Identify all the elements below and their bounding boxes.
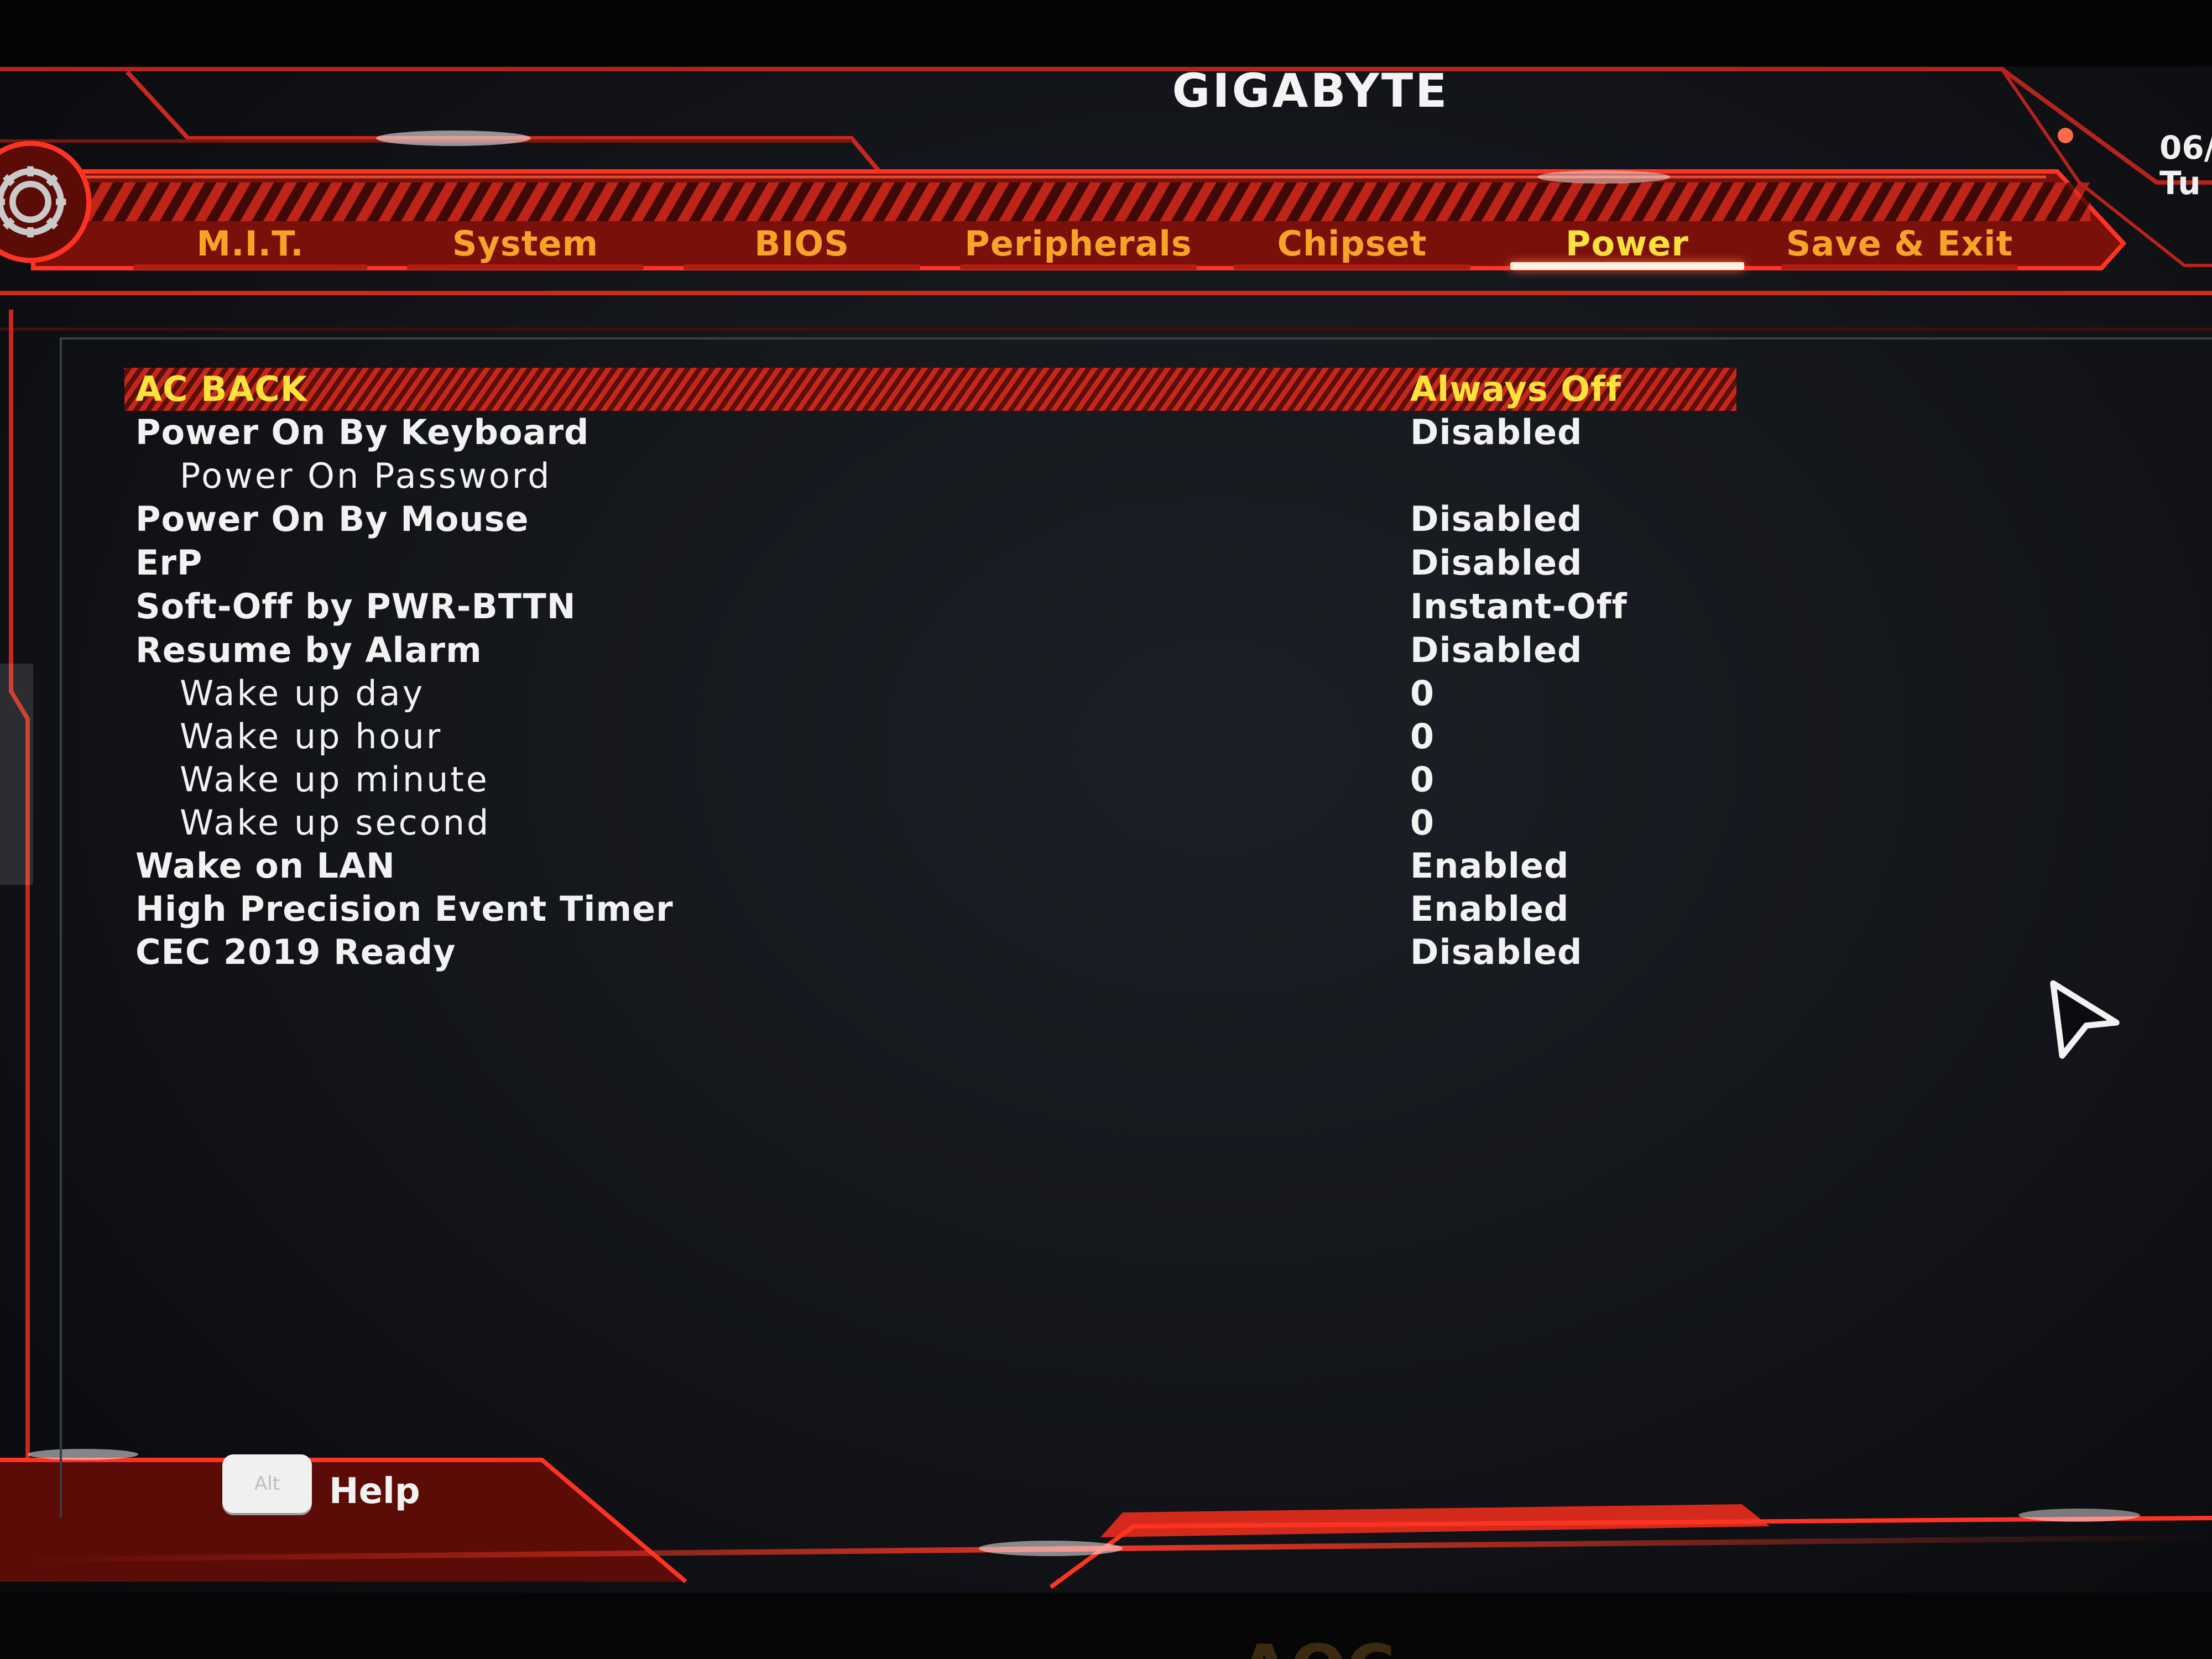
setting-row-wake-up-day[interactable]: Wake up day 0	[135, 672, 1739, 715]
tab-underline	[1510, 262, 1744, 270]
setting-row-power-on-by-mouse[interactable]: Power On By Mouse Disabled	[135, 498, 1739, 541]
setting-label: Power On By Mouse	[135, 499, 529, 539]
tab-underline	[1234, 264, 1470, 270]
setting-label: AC BACK	[135, 369, 307, 409]
tab-underline	[133, 264, 367, 270]
setting-value[interactable]: Instant-Off	[1410, 585, 1627, 628]
setting-value[interactable]: Enabled	[1410, 844, 1569, 888]
setting-value[interactable]: Disabled	[1410, 498, 1583, 541]
setting-value[interactable]: 0	[1410, 801, 1434, 844]
setting-label: Wake up minute	[180, 759, 489, 800]
tab-label: Chipset	[1277, 223, 1427, 264]
setting-row-wake-on-lan[interactable]: Wake on LAN Enabled	[135, 844, 1739, 888]
tab-label: BIOS	[754, 223, 849, 264]
tab-label: Power	[1566, 223, 1689, 264]
setting-label: High Precision Event Timer	[135, 889, 674, 929]
tab-underline	[684, 264, 920, 270]
tab-power[interactable]: Power	[1507, 210, 1747, 276]
tab-underline	[960, 264, 1197, 270]
setting-label: Resume by Alarm	[135, 630, 482, 670]
date: 06/	[2159, 129, 2212, 166]
tab-underline	[407, 264, 644, 270]
monitor-brand: AOC	[1239, 1631, 1395, 1659]
day: Tu	[2159, 164, 2201, 202]
help-label[interactable]: Help	[329, 1471, 420, 1512]
setting-value[interactable]: Disabled	[1410, 629, 1583, 672]
setting-label: Wake on LAN	[135, 846, 395, 886]
setting-label: Wake up hour	[180, 716, 443, 757]
tab-mit[interactable]: M.I.T.	[130, 210, 371, 276]
setting-row-soft-off[interactable]: Soft-Off by PWR-BTTN Instant-Off	[135, 585, 1739, 628]
setting-label: Wake up second	[180, 802, 491, 843]
setting-row-resume-by-alarm[interactable]: Resume by Alarm Disabled	[135, 629, 1739, 672]
setting-row-wake-up-second[interactable]: Wake up second 0	[135, 801, 1739, 844]
tab-save-exit[interactable]: Save & Exit	[1778, 210, 2021, 276]
setting-label: Soft-Off by PWR-BTTN	[135, 586, 576, 627]
tab-label: System	[452, 223, 599, 264]
tab-label: Peripherals	[964, 223, 1192, 264]
tab-chipset[interactable]: Chipset	[1230, 210, 1474, 276]
tab-bios[interactable]: BIOS	[680, 210, 924, 276]
setting-value[interactable]: Enabled	[1410, 888, 1569, 931]
date-time: 06/ Tu	[2159, 130, 2212, 201]
mouse-cursor-icon	[2050, 980, 2120, 1059]
setting-row-erp[interactable]: ErP Disabled	[135, 541, 1739, 585]
setting-row-hpet[interactable]: High Precision Event Timer Enabled	[135, 888, 1739, 931]
setting-label: Power On By Keyboard	[135, 412, 589, 452]
tab-underline	[1781, 264, 2018, 270]
setting-value[interactable]: Always Off	[1410, 368, 1621, 411]
setting-row-wake-up-hour[interactable]: Wake up hour 0	[135, 715, 1739, 758]
brand-logo: GIGABYTE	[1172, 64, 1449, 118]
tab-label: M.I.T.	[196, 223, 304, 264]
alt-key-icon[interactable]: Alt	[222, 1454, 312, 1513]
gear-icon[interactable]	[0, 138, 94, 265]
setting-label: ErP	[135, 542, 203, 583]
bios-screen: GIGABYTE M.I.T. System BIOS Peripherals …	[0, 0, 2212, 1659]
setting-row-wake-up-minute[interactable]: Wake up minute 0	[135, 758, 1739, 801]
tab-label: Save & Exit	[1786, 223, 2013, 264]
tab-peripherals[interactable]: Peripherals	[957, 210, 1200, 276]
setting-value[interactable]: 0	[1410, 672, 1434, 715]
setting-value[interactable]: 0	[1410, 715, 1434, 758]
setting-label: Wake up day	[180, 673, 425, 713]
setting-label: CEC 2019 Ready	[135, 932, 456, 972]
setting-label: Power On Password	[180, 456, 552, 496]
setting-row-power-on-by-keyboard[interactable]: Power On By Keyboard Disabled	[135, 411, 1739, 454]
setting-value[interactable]: 0	[1410, 758, 1434, 801]
setting-value[interactable]: Disabled	[1410, 411, 1583, 454]
setting-value[interactable]: Disabled	[1410, 541, 1583, 585]
setting-value[interactable]: Disabled	[1410, 931, 1583, 974]
setting-row-cec-2019-ready[interactable]: CEC 2019 Ready Disabled	[135, 931, 1739, 974]
setting-row-power-on-password[interactable]: Power On Password	[135, 455, 1739, 498]
tab-system[interactable]: System	[404, 210, 647, 276]
setting-row-ac-back[interactable]: AC BACK Always Off	[124, 368, 1736, 411]
